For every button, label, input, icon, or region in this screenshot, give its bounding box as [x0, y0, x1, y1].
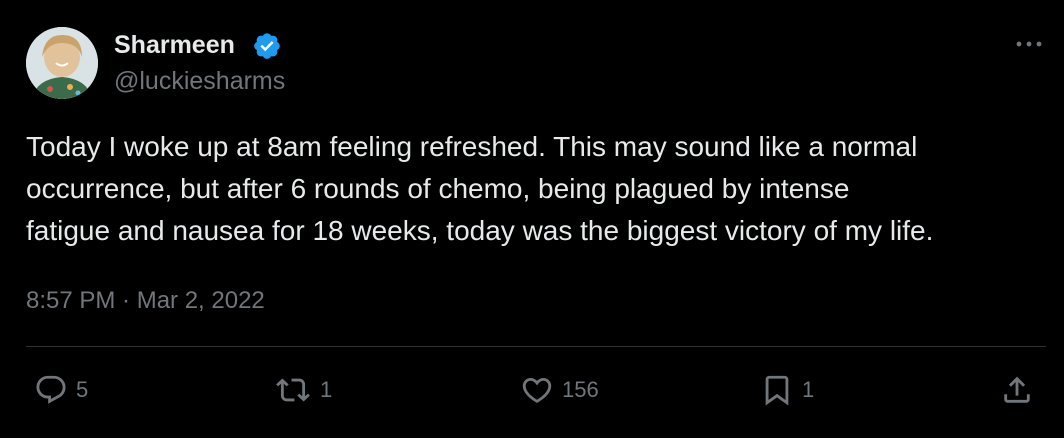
retweet-button[interactable]: 1 — [274, 370, 332, 410]
like-button[interactable]: 156 — [520, 370, 599, 410]
bookmark-button[interactable]: 1 — [760, 370, 814, 410]
tweet-text: Today I woke up at 8am feeling refreshed… — [26, 131, 934, 246]
more-options-icon[interactable] — [1012, 32, 1046, 56]
heart-icon — [522, 377, 552, 403]
share-icon — [1004, 376, 1030, 403]
retweet-count: 1 — [320, 377, 333, 402]
divider — [26, 346, 1046, 347]
tweet-timestamp[interactable]: 8:57 PM · Mar 2, 2022 — [26, 285, 265, 317]
reply-button[interactable]: 5 — [34, 370, 88, 410]
reply-count: 5 — [76, 377, 89, 402]
bookmark-icon — [765, 375, 789, 406]
user-handle[interactable]: @luckiesharms — [114, 66, 285, 96]
reply-icon — [36, 375, 66, 404]
share-button[interactable] — [1000, 370, 1034, 410]
like-count: 156 — [562, 377, 599, 402]
tweet-card: Sharmeen @luckiesharms Today I woke up a… — [0, 0, 1064, 438]
retweet-icon — [276, 378, 310, 402]
display-name[interactable]: Sharmeen — [114, 30, 235, 60]
bookmark-count: 1 — [802, 377, 815, 402]
verified-badge-icon — [254, 33, 280, 59]
avatar[interactable] — [26, 27, 98, 99]
